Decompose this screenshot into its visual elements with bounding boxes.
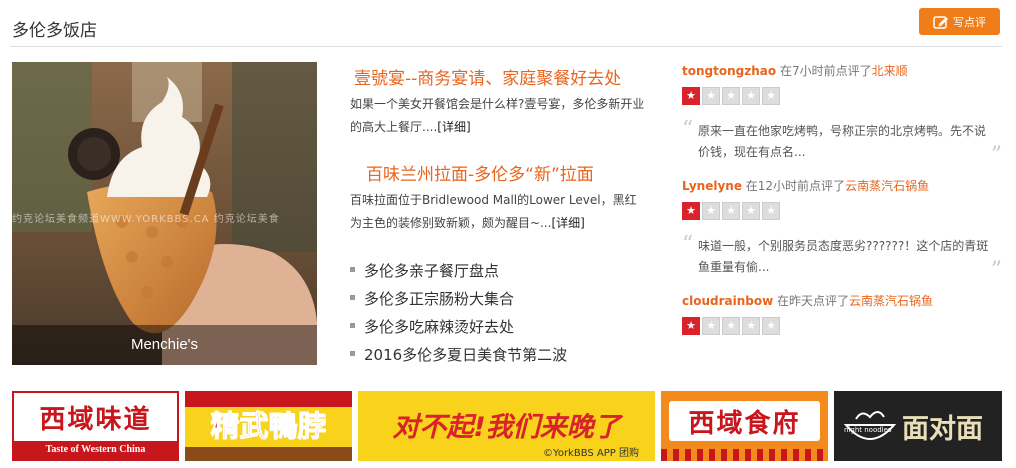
star-filled-icon: ★ [682,317,700,335]
star-empty-icon: ★ [722,317,740,335]
article-desc-text: 如果一个美女开餐馆会是什么样?壹号宴，多伦多新开业的高大上餐厅.... [350,97,645,134]
banner-mian-dui-mian[interactable]: night noodles 面对面 [834,391,1002,461]
bullet-icon [350,323,355,328]
list-item[interactable]: 多伦多吃麻辣烫好去处 [350,314,567,342]
star-empty-icon: ★ [762,87,780,105]
review-item: tongtongzhao 在7小时前点评了北来顺 ★ ★ ★ ★ ★ “ 原来一直在他家… [682,62,1002,167]
review-item: cloudrainbow 在昨天点评了云南蒸汽石锅鱼 ★ ★ ★ ★ ★ [682,292,1002,335]
star-rating: ★ ★ ★ ★ ★ [682,317,1002,335]
list-item-label: 2016多伦多夏日美食节第二波 [364,346,568,364]
article-link-list: 多伦多亲子餐厅盘点 多伦多正宗肠粉大集合 多伦多吃麻辣烫好去处 2016多伦多夏… [350,258,567,370]
restaurant-banners: 西域味道 Taste of Western China 精武鴨脖 对不起!我们来… [12,391,1002,461]
banner-title: 西域味道 [39,405,152,435]
banner-apologize[interactable]: 对不起!我们来晚了 ©YorkBBS APP 团购 [358,391,655,461]
open-quote-icon: “ [682,232,694,257]
review-username[interactable]: Lynelyne [682,179,742,193]
review-meta: 在7小时前点评了 [779,64,872,78]
review-quote: “ 味道一般，个别服务员态度恶劣??????！这个店的青斑鱼重量有偷... ” [682,232,1002,282]
star-empty-icon: ★ [762,202,780,220]
review-username[interactable]: tongtongzhao [682,64,776,78]
list-item[interactable]: 2016多伦多夏日美食节第二波 [350,342,567,370]
banner-logo-text: night noodles [844,426,892,434]
list-item[interactable]: 多伦多亲子餐厅盘点 [350,258,567,286]
section-header: 多伦多饭店 写点评 [10,0,1002,47]
star-rating: ★ ★ ★ ★ ★ [682,87,1002,105]
banner-title: 面对面 [902,414,983,445]
banner-title: 西域食府 [688,409,801,439]
article-title-1[interactable]: 壹號宴--商务宴请、家庭聚餐好去处 [354,64,621,89]
list-item-label: 多伦多亲子餐厅盘点 [364,262,500,280]
banner-footer: ©YorkBBS APP 团购 [543,448,639,459]
banner-xiyu-weidao[interactable]: 西域味道 Taste of Western China [12,391,179,461]
write-review-button[interactable]: 写点评 [919,8,1000,35]
review-header: tongtongzhao 在7小时前点评了北来顺 [682,62,1002,79]
bullet-icon [350,351,355,356]
banner-subtitle: Taste of Western China [14,441,177,459]
article-desc-text: 百味拉面位于Bridlewood Mall的Lower Level，黑红为主色的… [350,193,637,230]
star-empty-icon: ★ [702,202,720,220]
recent-reviews: tongtongzhao 在7小时前点评了北来顺 ★ ★ ★ ★ ★ “ 原来一直在他家… [682,62,1002,335]
review-place[interactable]: 北来顺 [872,64,908,78]
open-quote-icon: “ [682,117,694,142]
star-filled-icon: ★ [682,202,700,220]
banner-jingwu-yabo[interactable]: 精武鴨脖 [185,391,352,461]
list-item-label: 多伦多正宗肠粉大集合 [364,290,515,308]
review-quote: “ 原来一直在他家吃烤鸭，号称正宗的北京烤鸭。先不说价钱，现在有点名... ” [682,117,1002,167]
hero-watermark: 约克论坛美食频道WWW.YORKBBS.CA 约克论坛美食 [12,214,280,225]
star-empty-icon: ★ [702,87,720,105]
article-more-link[interactable]: [详细] [552,216,585,230]
star-empty-icon: ★ [702,317,720,335]
hero-image[interactable]: 约克论坛美食频道WWW.YORKBBS.CA 约克论坛美食 Menchie's [12,62,317,365]
review-username[interactable]: cloudrainbow [682,294,773,308]
star-rating: ★ ★ ★ ★ ★ [682,202,1002,220]
bullet-icon [350,267,355,272]
write-review-label: 写点评 [953,15,986,29]
star-filled-icon: ★ [682,87,700,105]
review-meta: 在昨天点评了 [777,294,850,308]
hero-caption: Menchie's [12,325,317,365]
section-title: 多伦多饭店 [12,21,97,41]
review-text: 原来一直在他家吃烤鸭，号称正宗的北京烤鸭。先不说价钱，现在有点名... [698,124,987,159]
banner-stripe [185,391,352,407]
star-empty-icon: ★ [722,87,740,105]
list-item[interactable]: 多伦多正宗肠粉大集合 [350,286,567,314]
star-empty-icon: ★ [722,202,740,220]
article-desc-1: 如果一个美女开餐馆会是什么样?壹号宴，多伦多新开业的高大上餐厅....[详细] [350,93,645,139]
banner-food-strip [185,447,352,461]
star-empty-icon: ★ [762,317,780,335]
star-empty-icon: ★ [742,202,760,220]
article-more-link[interactable]: [详细] [437,120,470,134]
close-quote-icon: ” [990,258,1002,283]
review-place[interactable]: 云南蒸汽石锅鱼 [845,179,929,193]
banner-title: 对不起!我们来晚了 [392,412,621,443]
banner-xiyu-shifu[interactable]: 西域食府 [661,391,828,461]
review-meta: 在12小时前点评了 [745,179,846,193]
list-item-label: 多伦多吃麻辣烫好去处 [364,318,515,336]
edit-icon [933,15,949,29]
banner-pattern [661,449,828,461]
review-header: cloudrainbow 在昨天点评了云南蒸汽石锅鱼 [682,292,1002,309]
close-quote-icon: ” [990,143,1002,168]
star-empty-icon: ★ [742,87,760,105]
review-text: 味道一般，个别服务员态度恶劣??????！这个店的青斑鱼重量有偷... [698,239,989,274]
bullet-icon [350,295,355,300]
review-item: Lynelyne 在12小时前点评了云南蒸汽石锅鱼 ★ ★ ★ ★ ★ “ 味道一般，个… [682,177,1002,282]
banner-title: 精武鴨脖 [210,409,327,444]
star-empty-icon: ★ [742,317,760,335]
review-place[interactable]: 云南蒸汽石锅鱼 [849,294,933,308]
review-header: Lynelyne 在12小时前点评了云南蒸汽石锅鱼 [682,177,1002,194]
article-desc-2: 百味拉面位于Bridlewood Mall的Lower Level，黑红为主色的… [350,189,645,235]
article-title-2[interactable]: 百味兰州拉面-多伦多“新”拉面 [366,160,594,185]
